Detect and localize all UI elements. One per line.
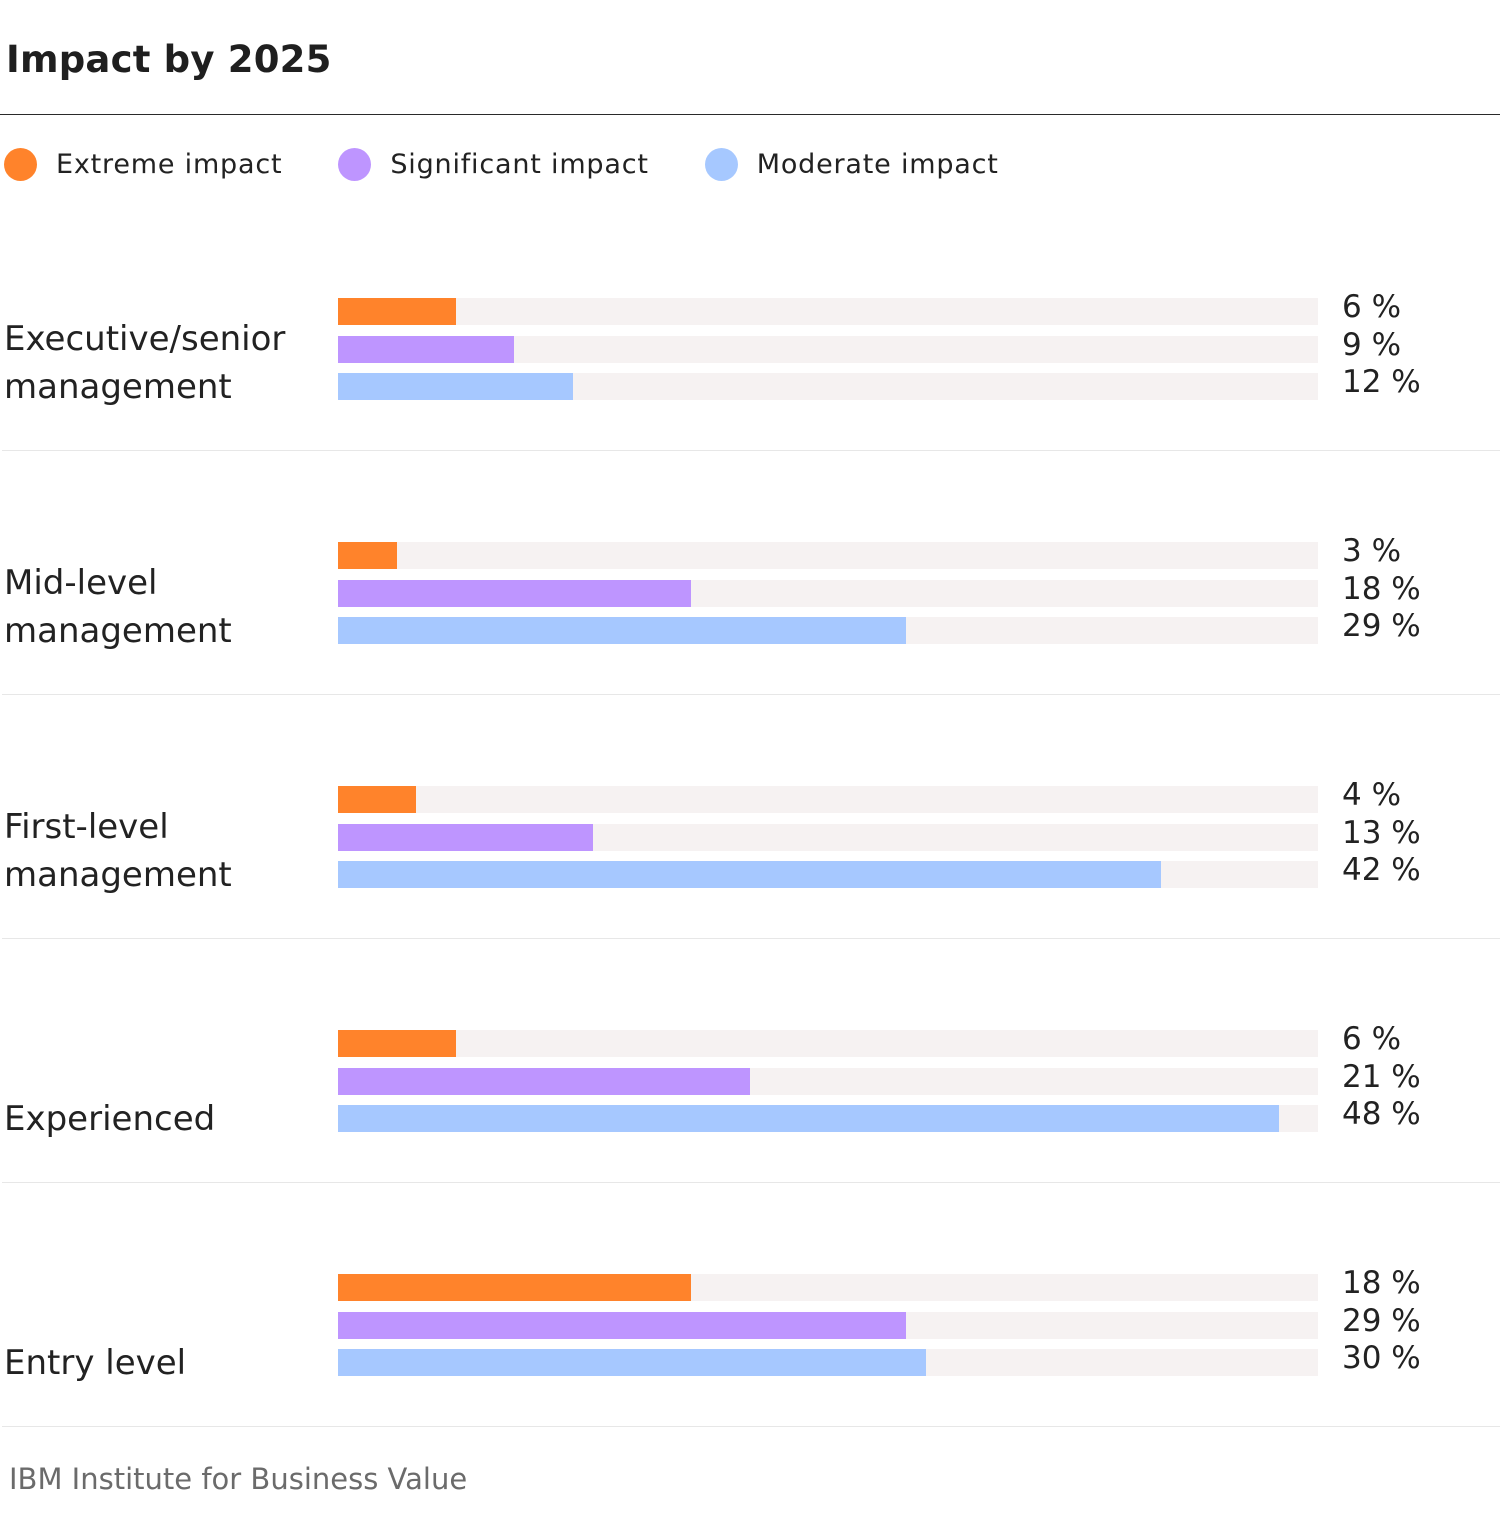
bar-significant [338,579,691,607]
bar-value-label: 42 % [1342,852,1421,888]
bar-row: 12 % [338,364,1421,400]
bar-value-label: 30 % [1342,1340,1421,1376]
legend-label-moderate: Moderate impact [756,148,999,180]
bar-moderate [338,617,907,644]
group-divider [2,450,1500,451]
bar-value-label: 12 % [1342,364,1421,400]
bar-track [338,298,1318,325]
group-divider [2,1426,1500,1427]
category-label: First-level management [4,803,324,899]
legend-item-significant: Significant impact [338,147,649,181]
category-label-line: management [4,611,232,651]
bar-value-label: 21 % [1342,1058,1421,1095]
group-divider [2,938,1500,939]
category-label-line: Entry level [4,1343,187,1383]
bar-moderate [338,1349,926,1376]
chart-title: Impact by 2025 [6,38,332,81]
bar-extreme [338,786,417,813]
bar-row: 18 % [338,571,1421,607]
category-label: Entry level [4,1339,324,1387]
bar-significant [338,335,515,363]
bar-row: 6 % [338,289,1401,325]
category-label-line: management [4,855,232,895]
bar-track [338,786,1318,813]
bar-row: 42 % [338,852,1421,888]
bar-track [338,542,1318,569]
title-divider [0,114,1500,115]
bar-extreme [338,298,456,325]
bar-value-label: 29 % [1342,608,1421,644]
legend: Extreme impact Significant impact Modera… [4,146,1055,182]
bar-value-label: 3 % [1342,533,1402,569]
bar-moderate [338,861,1162,888]
bar-significant [338,1067,750,1095]
bar-extreme [338,1030,456,1057]
bar-value-label: 9 % [1342,326,1402,363]
bar-row: 21 % [338,1059,1421,1095]
bar-row: 29 % [338,1303,1421,1339]
bar-moderate [338,1105,1279,1132]
bar-row: 30 % [338,1340,1421,1376]
category-label-line: First-level [4,807,169,847]
bar-value-label: 18 % [1342,1265,1421,1301]
group-divider [2,1182,1500,1183]
bar-track [338,1030,1318,1057]
legend-label-extreme: Extreme impact [56,148,283,180]
bar-row: 6 % [338,1021,1401,1057]
bar-extreme [338,542,397,569]
bar-significant [338,823,593,851]
bar-value-label: 4 % [1342,777,1402,813]
category-label: Mid-level management [4,559,324,655]
category-label-line: Mid-level [4,563,158,603]
category-label-line: Executive/senior [4,319,286,359]
bar-row: 29 % [338,608,1421,644]
bar-row: 18 % [338,1265,1421,1301]
bar-row: 3 % [338,533,1401,569]
bar-value-label: 6 % [1342,289,1402,325]
bar-row: 13 % [338,815,1421,851]
bar-value-label: 29 % [1342,1302,1421,1339]
bar-row: 4 % [338,777,1401,813]
category-label: Executive/senior management [4,315,324,411]
category-label-line: management [4,367,232,407]
legend-dot-extreme-icon [4,147,37,181]
bar-row: 48 % [338,1096,1421,1132]
bar-extreme [338,1274,691,1301]
bar-value-label: 48 % [1342,1096,1421,1132]
bar-value-label: 18 % [1342,570,1421,607]
legend-dot-moderate-icon [704,147,738,181]
bar-row: 9 % [338,327,1401,363]
category-label: Experienced [4,1095,324,1143]
bar-significant [338,1311,907,1339]
source-credit: IBM Institute for Business Value [9,1462,468,1496]
legend-label-significant: Significant impact [390,148,649,180]
legend-item-extreme: Extreme impact [4,147,283,181]
bar-value-label: 13 % [1342,814,1421,851]
group-divider [2,694,1500,695]
legend-dot-significant-icon [338,147,372,181]
category-label-line: Experienced [4,1099,216,1139]
bar-moderate [338,373,574,400]
bar-value-label: 6 % [1342,1021,1402,1057]
legend-item-moderate: Moderate impact [704,147,999,181]
